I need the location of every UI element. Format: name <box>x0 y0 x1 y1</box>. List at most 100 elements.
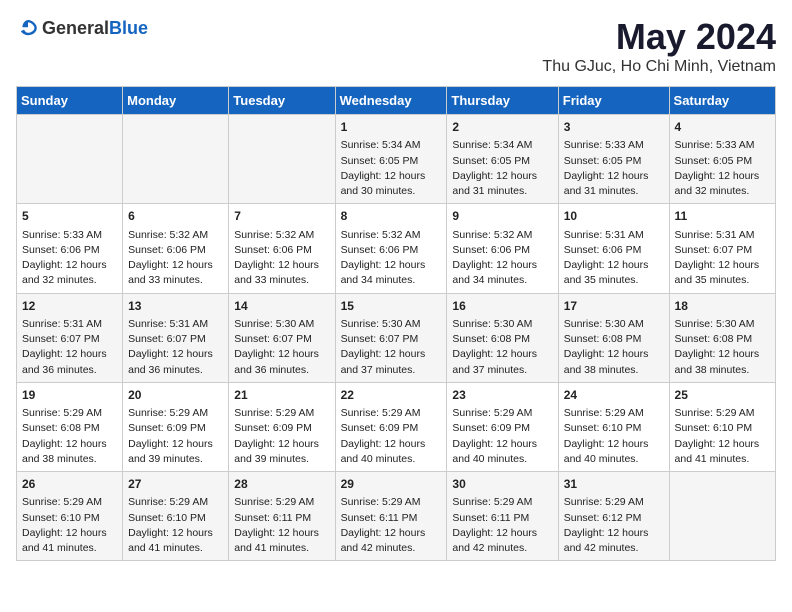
day-number: 3 <box>564 119 664 136</box>
calendar-cell <box>669 472 775 561</box>
day-number: 20 <box>128 387 223 404</box>
calendar-cell: 29 Sunrise: 5:29 AM Sunset: 6:11 PM Dayli… <box>335 472 447 561</box>
day-info: Sunrise: 5:29 AM Sunset: 6:09 PM Dayligh… <box>452 407 537 465</box>
day-info: Sunrise: 5:31 AM Sunset: 6:07 PM Dayligh… <box>128 318 213 376</box>
day-number: 8 <box>341 208 442 225</box>
calendar-cell: 28Sunrise: 5:29 AM Sunset: 6:11 PM Dayli… <box>229 472 335 561</box>
day-number: 12 <box>22 298 117 315</box>
logo-icon <box>16 16 40 40</box>
day-info: Sunrise: 5:29 AM Sunset: 6:11 PM Dayligh… <box>234 496 319 554</box>
calendar-cell: 23 Sunrise: 5:29 AM Sunset: 6:09 PM Dayli… <box>447 382 558 471</box>
title-block: May 2024 Thu GJuc, Ho Chi Minh, Vietnam <box>542 16 776 76</box>
day-info: Sunrise: 5:31 AM Sunset: 6:07 PM Dayligh… <box>675 229 760 287</box>
day-info: Sunrise: 5:30 AM Sunset: 6:07 PM Dayligh… <box>234 318 319 376</box>
calendar-week-row: 1Sunrise: 5:34 AM Sunset: 6:05 PM Daylig… <box>17 115 776 204</box>
calendar-week-row: 26 Sunrise: 5:29 AM Sunset: 6:10 PM Dayli… <box>17 472 776 561</box>
day-number: 29 <box>341 476 442 493</box>
calendar-cell <box>17 115 123 204</box>
day-number: 4 <box>675 119 770 136</box>
day-info: Sunrise: 5:33 AM Sunset: 6:06 PM Dayligh… <box>22 229 107 287</box>
day-number: 11 <box>675 208 770 225</box>
logo-blue: Blue <box>109 18 148 38</box>
calendar-cell <box>229 115 335 204</box>
calendar-cell: 14 Sunrise: 5:30 AM Sunset: 6:07 PM Dayli… <box>229 293 335 382</box>
day-number: 19 <box>22 387 117 404</box>
calendar-cell: 19 Sunrise: 5:29 AM Sunset: 6:08 PM Dayli… <box>17 382 123 471</box>
header-saturday: Saturday <box>669 87 775 115</box>
day-number: 27 <box>128 476 223 493</box>
calendar-cell: 10Sunrise: 5:31 AM Sunset: 6:06 PM Dayli… <box>558 204 669 293</box>
day-info: Sunrise: 5:34 AM Sunset: 6:05 PM Dayligh… <box>452 139 537 197</box>
day-number: 24 <box>564 387 664 404</box>
calendar-cell: 17Sunrise: 5:30 AM Sunset: 6:08 PM Dayli… <box>558 293 669 382</box>
header-wednesday: Wednesday <box>335 87 447 115</box>
header-thursday: Thursday <box>447 87 558 115</box>
location-subtitle: Thu GJuc, Ho Chi Minh, Vietnam <box>542 58 776 76</box>
day-info: Sunrise: 5:29 AM Sunset: 6:10 PM Dayligh… <box>22 496 107 554</box>
calendar-cell: 5Sunrise: 5:33 AM Sunset: 6:06 PM Daylig… <box>17 204 123 293</box>
header-tuesday: Tuesday <box>229 87 335 115</box>
calendar-cell: 9 Sunrise: 5:32 AM Sunset: 6:06 PM Daylig… <box>447 204 558 293</box>
day-info: Sunrise: 5:30 AM Sunset: 6:08 PM Dayligh… <box>452 318 537 376</box>
calendar-week-row: 19 Sunrise: 5:29 AM Sunset: 6:08 PM Dayli… <box>17 382 776 471</box>
day-number: 9 <box>452 208 552 225</box>
calendar-cell: 8 Sunrise: 5:32 AM Sunset: 6:06 PM Daylig… <box>335 204 447 293</box>
day-info: Sunrise: 5:30 AM Sunset: 6:07 PM Dayligh… <box>341 318 426 376</box>
calendar-cell: 22 Sunrise: 5:29 AM Sunset: 6:09 PM Dayli… <box>335 382 447 471</box>
calendar-cell: 3 Sunrise: 5:33 AM Sunset: 6:05 PM Daylig… <box>558 115 669 204</box>
calendar-cell: 2Sunrise: 5:34 AM Sunset: 6:05 PM Daylig… <box>447 115 558 204</box>
day-info: Sunrise: 5:32 AM Sunset: 6:06 PM Dayligh… <box>234 229 319 287</box>
calendar-header: Sunday Monday Tuesday Wednesday Thursday… <box>17 87 776 115</box>
header-sunday: Sunday <box>17 87 123 115</box>
day-info: Sunrise: 5:32 AM Sunset: 6:06 PM Dayligh… <box>128 229 213 287</box>
header-monday: Monday <box>123 87 229 115</box>
day-info: Sunrise: 5:30 AM Sunset: 6:08 PM Dayligh… <box>564 318 649 376</box>
calendar-cell: 21Sunrise: 5:29 AM Sunset: 6:09 PM Dayli… <box>229 382 335 471</box>
header-friday: Friday <box>558 87 669 115</box>
weekday-header-row: Sunday Monday Tuesday Wednesday Thursday… <box>17 87 776 115</box>
day-info: Sunrise: 5:30 AM Sunset: 6:08 PM Dayligh… <box>675 318 760 376</box>
day-info: Sunrise: 5:31 AM Sunset: 6:07 PM Dayligh… <box>22 318 107 376</box>
day-info: Sunrise: 5:33 AM Sunset: 6:05 PM Dayligh… <box>564 139 649 197</box>
day-info: Sunrise: 5:29 AM Sunset: 6:12 PM Dayligh… <box>564 496 649 554</box>
calendar-body: 1Sunrise: 5:34 AM Sunset: 6:05 PM Daylig… <box>17 115 776 561</box>
day-info: Sunrise: 5:31 AM Sunset: 6:06 PM Dayligh… <box>564 229 649 287</box>
calendar-cell: 12 Sunrise: 5:31 AM Sunset: 6:07 PM Dayli… <box>17 293 123 382</box>
day-number: 13 <box>128 298 223 315</box>
day-info: Sunrise: 5:32 AM Sunset: 6:06 PM Dayligh… <box>341 229 426 287</box>
calendar-cell <box>123 115 229 204</box>
day-number: 7 <box>234 208 329 225</box>
day-number: 23 <box>452 387 552 404</box>
day-number: 25 <box>675 387 770 404</box>
calendar-cell: 1Sunrise: 5:34 AM Sunset: 6:05 PM Daylig… <box>335 115 447 204</box>
calendar-cell: 13 Sunrise: 5:31 AM Sunset: 6:07 PM Dayli… <box>123 293 229 382</box>
calendar-cell: 11 Sunrise: 5:31 AM Sunset: 6:07 PM Dayli… <box>669 204 775 293</box>
calendar-cell: 20 Sunrise: 5:29 AM Sunset: 6:09 PM Dayli… <box>123 382 229 471</box>
logo: GeneralBlue <box>16 16 148 40</box>
day-number: 18 <box>675 298 770 315</box>
calendar-cell: 7 Sunrise: 5:32 AM Sunset: 6:06 PM Daylig… <box>229 204 335 293</box>
calendar-cell: 18 Sunrise: 5:30 AM Sunset: 6:08 PM Dayli… <box>669 293 775 382</box>
day-number: 14 <box>234 298 329 315</box>
calendar-week-row: 5Sunrise: 5:33 AM Sunset: 6:06 PM Daylig… <box>17 204 776 293</box>
day-info: Sunrise: 5:29 AM Sunset: 6:09 PM Dayligh… <box>234 407 319 465</box>
day-number: 22 <box>341 387 442 404</box>
calendar-cell: 30Sunrise: 5:29 AM Sunset: 6:11 PM Dayli… <box>447 472 558 561</box>
calendar-table: Sunday Monday Tuesday Wednesday Thursday… <box>16 86 776 561</box>
calendar-cell: 24 Sunrise: 5:29 AM Sunset: 6:10 PM Dayli… <box>558 382 669 471</box>
day-number: 15 <box>341 298 442 315</box>
day-number: 31 <box>564 476 664 493</box>
month-year-title: May 2024 <box>542 16 776 58</box>
day-info: Sunrise: 5:29 AM Sunset: 6:09 PM Dayligh… <box>341 407 426 465</box>
day-info: Sunrise: 5:32 AM Sunset: 6:06 PM Dayligh… <box>452 229 537 287</box>
day-info: Sunrise: 5:29 AM Sunset: 6:10 PM Dayligh… <box>564 407 649 465</box>
day-info: Sunrise: 5:29 AM Sunset: 6:08 PM Dayligh… <box>22 407 107 465</box>
calendar-cell: 15 Sunrise: 5:30 AM Sunset: 6:07 PM Dayli… <box>335 293 447 382</box>
day-number: 26 <box>22 476 117 493</box>
logo-general: General <box>42 18 109 38</box>
calendar-cell: 4Sunrise: 5:33 AM Sunset: 6:05 PM Daylig… <box>669 115 775 204</box>
day-info: Sunrise: 5:29 AM Sunset: 6:09 PM Dayligh… <box>128 407 213 465</box>
day-number: 30 <box>452 476 552 493</box>
day-info: Sunrise: 5:29 AM Sunset: 6:11 PM Dayligh… <box>341 496 426 554</box>
day-info: Sunrise: 5:29 AM Sunset: 6:10 PM Dayligh… <box>675 407 760 465</box>
